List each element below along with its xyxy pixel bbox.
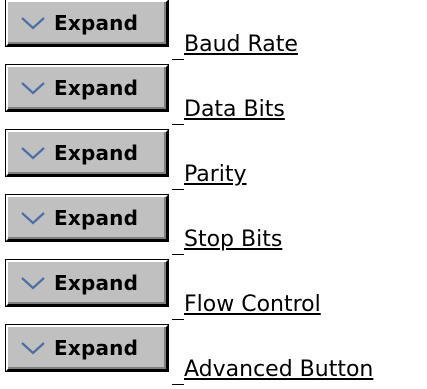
link-advanced-button[interactable]: Advanced Button bbox=[184, 357, 373, 382]
expand-button-flow-control[interactable]: Expand bbox=[5, 259, 169, 307]
expand-row-advanced-button: Expand Advanced Button bbox=[5, 324, 426, 385]
chevron-down-icon bbox=[20, 145, 46, 161]
link-underline-gap bbox=[172, 227, 184, 255]
expand-button-label: Expand bbox=[54, 11, 139, 35]
expand-button-label: Expand bbox=[54, 271, 139, 295]
expand-row-stop-bits: Expand Stop Bits bbox=[5, 194, 426, 255]
chevron-down-icon bbox=[20, 15, 46, 31]
link-baud-rate[interactable]: Baud Rate bbox=[184, 32, 298, 57]
expand-button-label: Expand bbox=[54, 141, 139, 165]
link-stop-bits[interactable]: Stop Bits bbox=[184, 227, 282, 252]
link-underline-gap bbox=[172, 32, 184, 60]
chevron-down-icon bbox=[20, 340, 46, 356]
expand-row-parity: Expand Parity bbox=[5, 129, 426, 190]
expand-row-flow-control: Expand Flow Control bbox=[5, 259, 426, 320]
expand-row-data-bits: Expand Data Bits bbox=[5, 64, 426, 125]
link-underline-gap bbox=[172, 357, 184, 385]
chevron-down-icon bbox=[20, 275, 46, 291]
chevron-down-icon bbox=[20, 80, 46, 96]
expand-button-label: Expand bbox=[54, 336, 139, 360]
link-flow-control[interactable]: Flow Control bbox=[184, 292, 321, 317]
link-underline-gap bbox=[172, 292, 184, 320]
expand-button-parity[interactable]: Expand bbox=[5, 129, 169, 177]
link-data-bits[interactable]: Data Bits bbox=[184, 97, 285, 122]
expand-button-baud-rate[interactable]: Expand bbox=[5, 0, 169, 47]
expand-button-stop-bits[interactable]: Expand bbox=[5, 194, 169, 242]
link-underline-gap bbox=[172, 97, 184, 125]
expand-button-label: Expand bbox=[54, 206, 139, 230]
expand-button-data-bits[interactable]: Expand bbox=[5, 64, 169, 112]
link-parity[interactable]: Parity bbox=[184, 162, 247, 187]
expand-row-baud-rate: Expand Baud Rate bbox=[5, 0, 426, 60]
expand-button-advanced[interactable]: Expand bbox=[5, 324, 169, 372]
expand-button-label: Expand bbox=[54, 76, 139, 100]
chevron-down-icon bbox=[20, 210, 46, 226]
link-underline-gap bbox=[172, 162, 184, 190]
